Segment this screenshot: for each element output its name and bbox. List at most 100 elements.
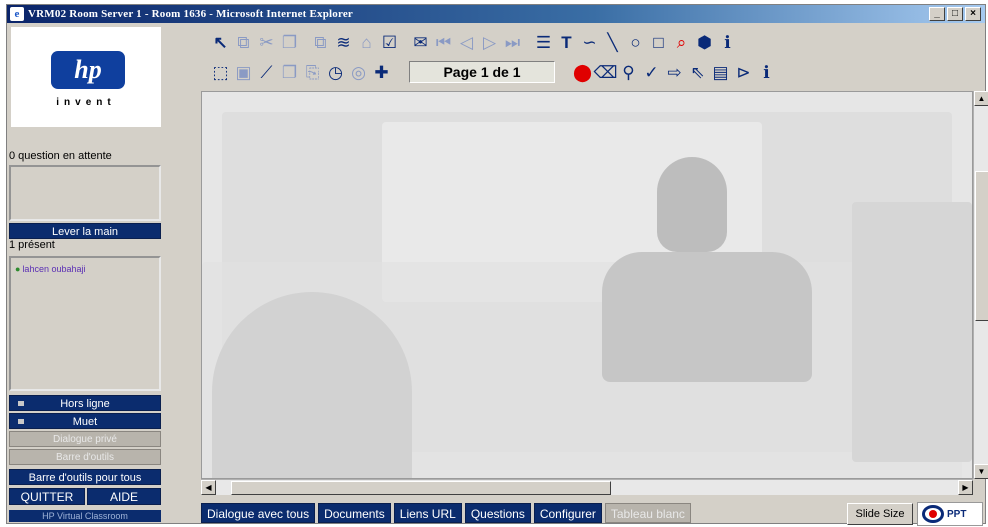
present-count-label: 1 présent [9, 239, 55, 251]
mute-button[interactable]: Muet [9, 413, 161, 429]
window-icon[interactable]: ❐ [278, 60, 301, 84]
magnifier-icon[interactable]: ⚲ [617, 60, 640, 84]
add-icon[interactable]: ✚ [370, 60, 393, 84]
horizontal-scrollbar[interactable]: ◀ ▶ [201, 479, 973, 495]
ppt-label: PPT [947, 508, 967, 520]
stack-icon[interactable]: ≋ [332, 30, 355, 54]
maximize-button[interactable]: □ [947, 7, 963, 21]
slide-size-button[interactable]: Slide Size [847, 503, 913, 525]
sticky-icon[interactable]: ▣ [232, 60, 255, 84]
prev-page-icon[interactable]: ◁ [455, 30, 478, 54]
window-controls: _ □ × [929, 7, 981, 21]
document-icon[interactable]: ▤ [709, 60, 732, 84]
help-button[interactable]: AIDE [87, 488, 161, 505]
check-icon[interactable]: ✓ [640, 60, 663, 84]
offline-button[interactable]: Hors ligne [9, 395, 161, 411]
text-tool-icon[interactable]: T [555, 30, 578, 54]
open-folder-icon[interactable]: ✉ [409, 30, 432, 54]
scroll-left-button[interactable]: ◀ [201, 480, 216, 495]
zoom-tool-icon[interactable]: ⌕ [670, 30, 693, 54]
first-page-icon[interactable]: ⏮ [432, 30, 455, 54]
toolbar-row-2-left: ⬚ ▣ ⟋ ❐ ⎘ ◷ ◎ ✚ [209, 60, 393, 84]
line-weight-icon[interactable]: ☰ [532, 30, 555, 54]
participants-list[interactable]: ● lahcen oubahaji [9, 256, 161, 391]
info-icon[interactable]: ℹ [716, 30, 739, 54]
horizontal-scroll-thumb[interactable] [231, 481, 611, 495]
window-title: VRM02 Room Server 1 - Room 1636 - Micros… [28, 8, 354, 20]
hp-badge-icon: hp [51, 51, 125, 89]
hp-logo: hp invent [11, 27, 161, 127]
clone-icon[interactable]: ⧉ [309, 30, 332, 54]
paste-icon[interactable]: ❐ [278, 30, 301, 54]
scroll-right-button[interactable]: ▶ [958, 480, 973, 495]
last-page-icon[interactable]: ⏭ [501, 30, 524, 54]
record-icon[interactable]: ⬤ [571, 60, 594, 84]
private-dialog-button[interactable]: Dialogue privé [9, 431, 161, 447]
left-panel: hp invent 0 question en attente Lever la… [9, 25, 179, 523]
toolbar-row-1: ↖ ⧉ ✂ ❐ ⧉ ≋ ⌂ ☑ ✉ ⏮ ◁ ▷ ⏭ ☰ T ∽ ╲ ○ □ ⌕ ⬢ ℹ [209, 27, 739, 57]
participant-item[interactable]: ● lahcen oubahaji [15, 264, 86, 274]
checkbox-icon[interactable]: ☑ [378, 30, 401, 54]
tab-configurer[interactable]: Configurer [533, 503, 602, 523]
toolbar-row-2: ⬚ ▣ ⟋ ❐ ⎘ ◷ ◎ ✚ Page 1 de 1 ⬤ ⌫ ⚲ ✓ ⇨ ⇖ ▤ ⊳ ℹ [209, 57, 778, 87]
arrow-right-icon[interactable]: ⇨ [663, 60, 686, 84]
ie-icon: e [10, 7, 24, 21]
next-page-icon[interactable]: ▷ [478, 30, 501, 54]
select-area-icon[interactable]: ⬚ [209, 60, 232, 84]
whiteboard-toolbar: ↖ ⧉ ✂ ❐ ⧉ ≋ ⌂ ☑ ✉ ⏮ ◁ ▷ ⏭ ☰ T ∽ ╲ ○ □ ⌕ ⬢ ℹ ⬚ ▣ ⟋ ❐ ⎘ ◷ ◎ ✚ Page 1 d… [203, 25, 985, 89]
export-icon[interactable]: ⊳ [732, 60, 755, 84]
cube-icon[interactable]: ⬢ [693, 30, 716, 54]
minimize-button[interactable]: _ [929, 7, 945, 21]
mute-led-icon [18, 419, 24, 424]
freehand-icon[interactable]: ∽ [578, 30, 601, 54]
pointer-icon[interactable]: ↖ [209, 30, 232, 54]
tab-dialogue-avec-tous[interactable]: Dialogue avec tous [201, 503, 316, 523]
eraser-icon[interactable]: ⌫ [593, 60, 617, 84]
tab-questions[interactable]: Questions [464, 503, 531, 523]
close-button[interactable]: × [965, 7, 981, 21]
marker-icon[interactable]: ⟋ [255, 60, 278, 84]
timer-icon[interactable]: ◷ [324, 60, 347, 84]
scroll-down-button[interactable]: ▼ [974, 464, 988, 479]
title-bar: e VRM02 Room Server 1 - Room 1636 - Micr… [7, 5, 985, 23]
offline-led-icon [18, 401, 24, 406]
tab-tableau-blanc[interactable]: Tableau blanc [604, 503, 691, 523]
cut-icon[interactable]: ✂ [255, 30, 278, 54]
ppt-button[interactable]: PPT [917, 502, 983, 526]
paste-alt-icon[interactable]: ⎘ [301, 60, 324, 84]
vertical-scroll-thumb[interactable] [975, 171, 988, 321]
page-indicator: Page 1 de 1 [409, 61, 555, 83]
line-tool-icon[interactable]: ╲ [601, 30, 624, 54]
footer-brand: HP Virtual Classroom [9, 510, 161, 522]
mute-label: Muet [72, 416, 98, 428]
sync-icon[interactable]: ⌂ [355, 30, 378, 54]
rect-tool-icon[interactable]: □ [647, 30, 670, 54]
raise-hand-button[interactable]: Lever la main [9, 223, 161, 239]
online-dot-icon: ● [15, 264, 21, 274]
photo-right-panel [852, 202, 972, 462]
photo-person-head [657, 157, 727, 252]
questions-waiting-label: 0 question en attente [9, 150, 112, 162]
photo-person-body [602, 252, 812, 382]
browser-window: e VRM02 Room Server 1 - Room 1636 - Micr… [6, 4, 988, 526]
participant-name: lahcen oubahaji [22, 264, 86, 274]
info-alt-icon[interactable]: ℹ [755, 60, 778, 84]
cursor-arrow-icon[interactable]: ⇖ [686, 60, 709, 84]
scroll-up-button[interactable]: ▲ [974, 91, 988, 106]
logo-tagline: invent [56, 97, 116, 108]
ppt-icon [922, 505, 944, 523]
toolbar-for-all-button[interactable]: Barre d'outils pour tous [9, 469, 161, 485]
vertical-scrollbar[interactable]: ▲ ▼ [973, 91, 988, 479]
toolbar-button[interactable]: Barre d'outils [9, 449, 161, 465]
tab-liens-url[interactable]: Liens URL [393, 503, 462, 523]
chat-bubble-icon[interactable]: ◎ [347, 60, 370, 84]
photo-foreground-person [212, 292, 412, 478]
bottom-tabs: Dialogue avec tous Documents Liens URL Ques… [201, 503, 691, 523]
whiteboard-canvas[interactable] [201, 91, 973, 479]
quit-button[interactable]: QUITTER [9, 488, 85, 505]
toolbar-row-2-right: ⬤ ⌫ ⚲ ✓ ⇨ ⇖ ▤ ⊳ ℹ [571, 60, 778, 84]
copy-icon[interactable]: ⧉ [232, 30, 255, 54]
tab-documents[interactable]: Documents [318, 503, 391, 523]
questions-box[interactable] [9, 165, 161, 221]
ellipse-tool-icon[interactable]: ○ [624, 30, 647, 54]
